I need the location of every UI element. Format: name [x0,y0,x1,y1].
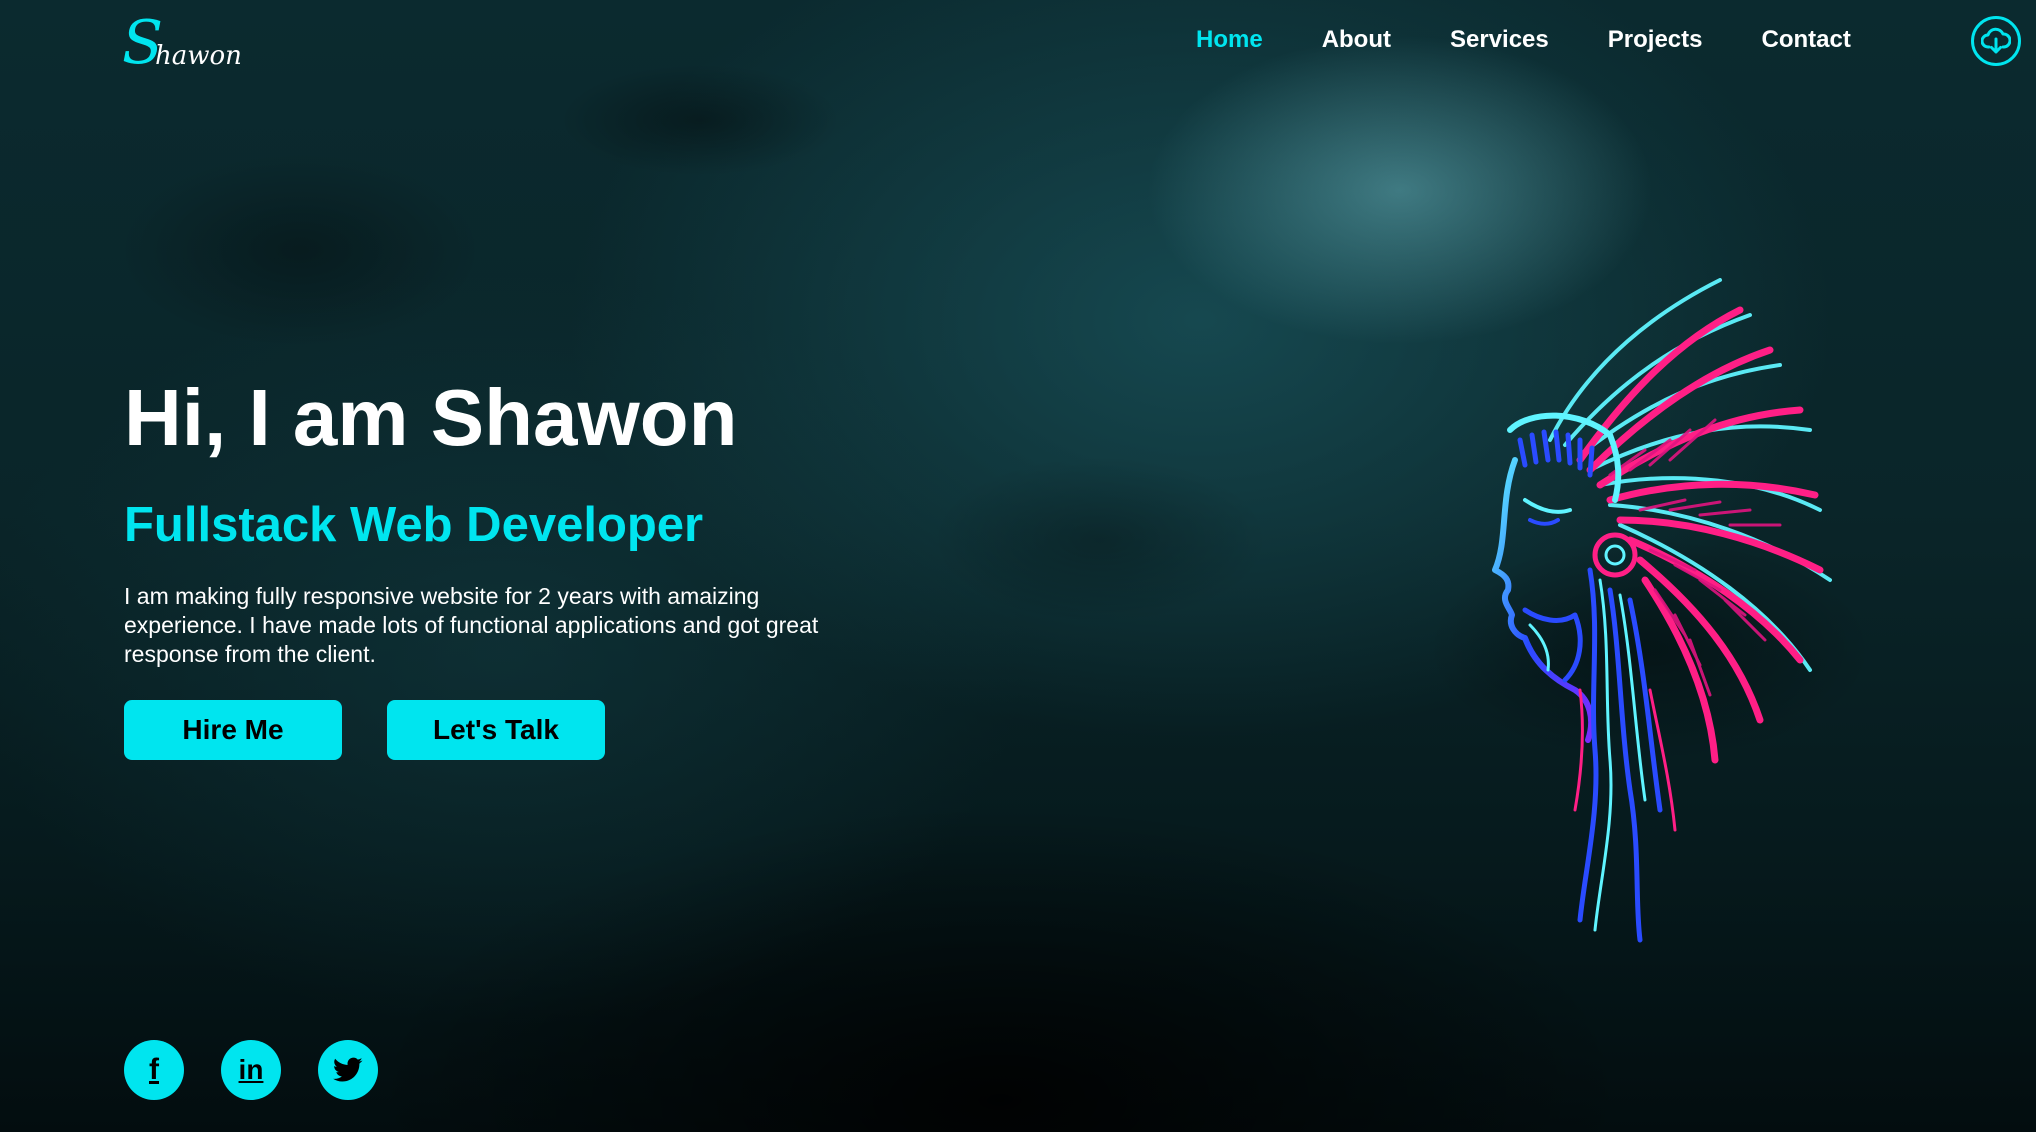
twitter-link[interactable] [318,1040,378,1100]
hero-title: Hi, I am Shawon [124,373,738,462]
headdress-portrait-illustration [1492,278,1832,943]
twitter-icon [333,1057,363,1082]
linkedin-icon: in [238,1054,264,1085]
facebook-icon: f [149,1053,159,1086]
site-logo[interactable]: S hawon [122,8,242,74]
social-links: f in [124,1040,415,1100]
nav-about[interactable]: About [1322,26,1391,54]
cloud-download-icon [1981,27,2011,54]
linkedin-link[interactable]: in [221,1040,281,1100]
hero-subtitle: Fullstack Web Developer [124,498,704,552]
logo-text: hawon [155,41,242,71]
nav-contact[interactable]: Contact [1761,26,1850,54]
hire-me-button[interactable]: Hire Me [124,700,342,760]
lets-talk-button[interactable]: Let's Talk [387,700,605,760]
facebook-link[interactable]: f [124,1040,184,1100]
hero-description: I am making fully responsive website for… [124,583,819,667]
nav-services[interactable]: Services [1450,26,1549,54]
nav-projects[interactable]: Projects [1608,26,1703,54]
download-cv-button[interactable] [1971,16,2021,66]
nav-home[interactable]: Home [1196,26,1263,54]
main-nav: Home About Services Projects Contact [1196,26,1910,54]
